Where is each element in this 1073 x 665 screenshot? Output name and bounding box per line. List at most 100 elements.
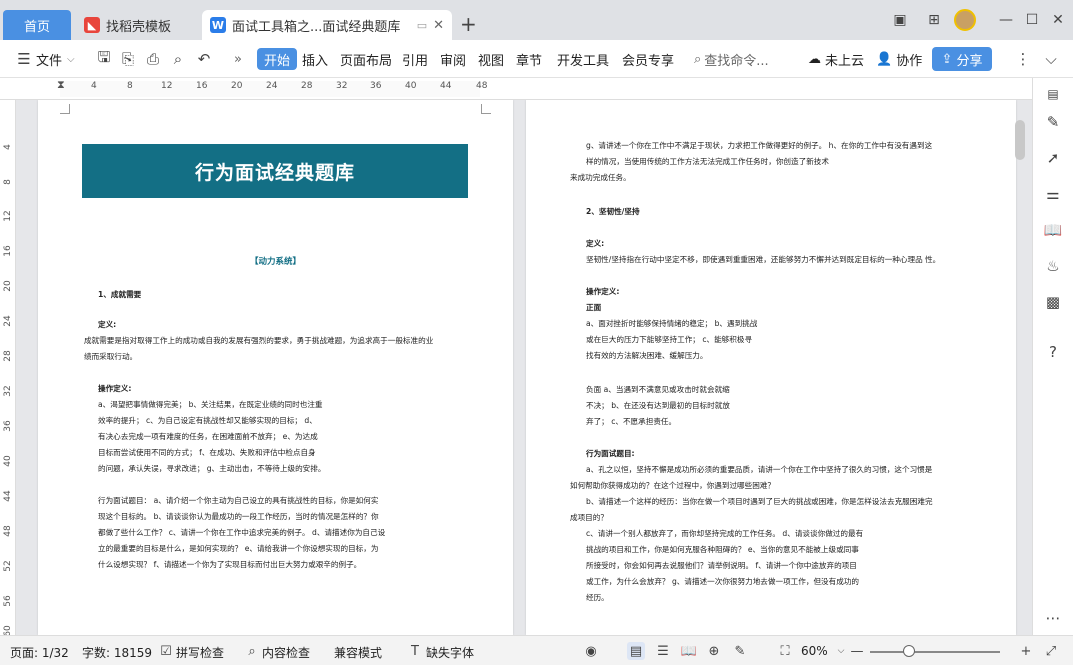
book-search-icon[interactable]: 📖 <box>1043 220 1063 240</box>
body-line: 坚韧性/坚持指在行动中坚定不移，即使遇到重重困难，还能够努力不懈并达到既定目标的… <box>586 255 941 264</box>
body-line: 找有效的方法解决困难、缓解压力。 <box>586 351 708 360</box>
body-line: 或工作，为什么会放弃？ g、请描述一次你很努力地去做一项工作，但没有成功的 <box>586 577 860 586</box>
spellcheck-icon[interactable]: ☑ <box>157 642 175 660</box>
print-preview-icon[interactable]: ⌕ <box>168 49 188 69</box>
vruler-tick: 56 <box>3 595 13 607</box>
close-window-icon[interactable]: ✕ <box>1046 8 1070 32</box>
font-icon[interactable]: T <box>406 642 424 660</box>
minimize-icon[interactable]: — <box>994 8 1018 32</box>
zoom-in-icon[interactable]: + <box>1017 642 1035 660</box>
body-line: 不决； b、在还没有达到最初的目标时就放 <box>586 401 730 410</box>
document-canvas[interactable]: 行为面试经典题库 【动力系统】 1、成就需要 定义: 成就需要是指对取得工作上的… <box>16 100 1032 635</box>
definition-label: 定义: <box>586 239 605 248</box>
ruler-tick: 48 <box>476 81 488 91</box>
close-tab-icon[interactable]: ✕ <box>433 18 444 33</box>
tab-view[interactable]: 视图 <box>478 48 504 70</box>
status-bar: 页面: 1/32 字数: 18159 ☑ 拼写检查 ⌕ 内容检查 兼容模式 T … <box>0 635 1073 665</box>
document-page-1[interactable]: 行为面试经典题库 【动力系统】 1、成就需要 定义: 成就需要是指对取得工作上的… <box>38 100 513 635</box>
outline-view-icon[interactable]: ☰ <box>654 642 672 660</box>
more-vertical-icon[interactable]: ⋮ <box>1013 49 1033 69</box>
body-line: 的问题，承认失误，寻求改进； g、主动出击，不等待上级的安排。 <box>98 464 326 473</box>
tab-member[interactable]: 会员专享 <box>622 48 674 70</box>
help-icon[interactable]: ? <box>1043 342 1063 362</box>
tab-reference[interactable]: 引用 <box>402 48 428 70</box>
ruler-tick: 4 <box>91 81 97 91</box>
maximize-icon[interactable]: ☐ <box>1020 8 1044 32</box>
tab-home[interactable]: 首页 <box>3 10 71 40</box>
operation-label: 操作定义: <box>98 384 132 393</box>
ruler-tick: 36 <box>370 81 382 91</box>
monitor-icon[interactable]: ▭ <box>417 19 427 32</box>
undo-icon[interactable]: ↶ <box>194 49 214 69</box>
print-icon[interactable]: ⎙ <box>143 49 163 69</box>
zoom-out-icon[interactable]: — <box>848 642 866 660</box>
tab-insert[interactable]: 插入 <box>302 48 328 70</box>
panel-toggle-icon[interactable]: ▤ <box>1043 84 1063 104</box>
pen-icon[interactable]: ✎ <box>1043 112 1063 132</box>
sliders-icon[interactable]: ⚌ <box>1043 184 1063 204</box>
ruler-indent-marker[interactable]: ⧗ <box>57 78 65 92</box>
tab-layout[interactable]: 页面布局 <box>340 48 392 70</box>
tab-member-label: 会员专享 <box>622 53 675 69</box>
page-view-icon[interactable]: ▤ <box>627 642 645 660</box>
zoom-slider[interactable] <box>870 651 1000 653</box>
vruler-tick: 16 <box>3 245 13 257</box>
fit-page-icon[interactable]: ⛶ <box>776 642 794 660</box>
tab-start[interactable]: 开始 <box>257 48 298 70</box>
tab-document[interactable]: W 面试工具箱之...面试经典题库 ▭ ✕ <box>202 10 452 40</box>
reading-view-icon[interactable]: 📖 <box>680 642 698 660</box>
body-line: 挑战的项目和工作，你是如何克服各种阻碍的？ e、当你的意见不能被上级或同事 <box>586 545 859 554</box>
page-count-icon[interactable]: ▣ <box>888 8 912 32</box>
operation-label: 操作定义: <box>586 287 620 296</box>
vruler-tick: 20 <box>3 280 13 292</box>
tab-section[interactable]: 章节 <box>516 48 542 70</box>
zoom-slider-handle[interactable] <box>903 645 915 657</box>
body-line: c、请讲一个别人都放弃了，而你却坚持完成的工作任务。 d、请谈谈你做过的最有 <box>586 529 864 538</box>
tab-home-label: 首页 <box>23 19 50 35</box>
web-view-icon[interactable]: ⊕ <box>705 642 723 660</box>
collapse-ribbon-icon[interactable]: ⌵ <box>1041 49 1061 69</box>
spellcheck-button[interactable]: 拼写检查 <box>176 644 224 661</box>
cursor-icon[interactable]: ➚ <box>1043 148 1063 168</box>
body-line: 行为面试题目： a、请介绍一个你主动为自己设立的具有挑战性的目标，你是如何实 <box>98 496 379 505</box>
lightbulb-icon[interactable]: ♨ <box>1043 256 1063 276</box>
body-line: 什么设想实现？ f、请描述一个你为了实现目标而付出巨大努力或艰辛的例子。 <box>98 560 362 569</box>
content-check-button[interactable]: 内容检查 <box>262 644 310 661</box>
save-icon[interactable]: 🖫 <box>94 48 114 69</box>
command-search[interactable]: ⌕ 查找命令... <box>694 48 769 70</box>
cloud-status[interactable]: ☁ 未上云 <box>808 48 864 70</box>
file-menu[interactable]: 文件 ⌵ <box>36 48 75 70</box>
write-view-icon[interactable]: ✎ <box>731 642 749 660</box>
document-page-2[interactable]: g、请讲述一个你在工作中不满足于现状，力求把工作做得更好的例子。 h、在你的工作… <box>526 100 1016 635</box>
vertical-scrollbar[interactable] <box>1015 120 1025 160</box>
vruler-tick: 36 <box>3 420 13 432</box>
vertical-ruler[interactable]: 4 8 12 16 20 24 28 32 36 40 44 48 52 56 … <box>0 100 16 637</box>
body-line: 成就需要是指对取得工作上的成功或自我的发展有强烈的要求，勇于挑战难题，为追求高于… <box>84 336 434 345</box>
ruler-tick: 32 <box>336 81 348 91</box>
more-horizontal-icon[interactable]: ⋯ <box>1043 608 1063 628</box>
export-pdf-icon[interactable]: ⎘ <box>118 49 138 69</box>
avatar[interactable] <box>953 8 977 32</box>
body-line: a、面对挫折时能够保持情绪的稳定； b、遇到挑战 <box>586 319 758 328</box>
eye-icon[interactable]: ◉ <box>582 642 600 660</box>
tab-template[interactable]: ◣ 找稻壳模板 <box>76 10 198 40</box>
grid-apps-icon[interactable]: ⊞ <box>922 8 946 32</box>
collab-button[interactable]: 👤 协作 <box>876 48 922 70</box>
more-tools-icon[interactable]: » <box>234 48 242 70</box>
horizontal-ruler[interactable]: ⧗ 4 8 12 16 20 24 28 32 36 40 44 48 <box>0 78 1032 100</box>
tab-dev-tools[interactable]: 开发工具 <box>557 48 609 70</box>
share-button[interactable]: ⇪ 分享 <box>932 47 992 71</box>
word-count[interactable]: 字数: 18159 <box>82 644 152 661</box>
page-indicator[interactable]: 页面: 1/32 <box>10 644 69 661</box>
body-line: 绩而采取行动。 <box>84 352 138 361</box>
zoom-level[interactable]: 60% <box>801 644 828 658</box>
menu-icon[interactable]: ☰ <box>14 49 34 69</box>
missing-font-button[interactable]: 缺失字体 <box>426 644 474 661</box>
tab-review[interactable]: 审阅 <box>440 48 466 70</box>
compat-mode[interactable]: 兼容模式 <box>334 644 382 661</box>
content-check-icon[interactable]: ⌕ <box>243 642 261 660</box>
image-sticker-icon[interactable]: ▩ <box>1043 292 1063 312</box>
cloud-icon: ☁ <box>808 51 821 67</box>
add-tab-icon[interactable]: + <box>460 12 477 36</box>
fullscreen-icon[interactable]: ⤢ <box>1042 642 1060 660</box>
